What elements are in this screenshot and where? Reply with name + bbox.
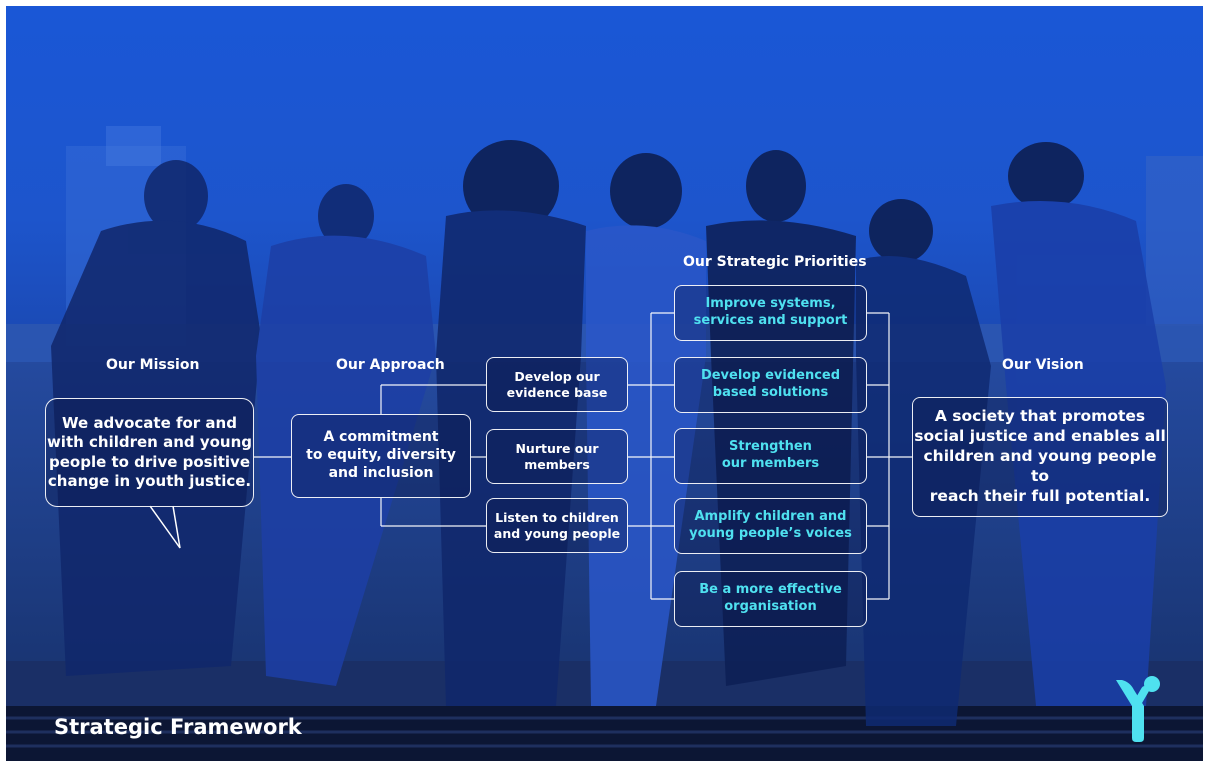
approach-box: A commitment to equity, diversity and in… <box>291 414 471 498</box>
priority-line: Amplify children and <box>694 509 847 525</box>
mission-line: people to drive positive <box>48 452 250 471</box>
priority-line: organisation <box>724 599 817 614</box>
priority-line: young people’s voices <box>689 526 852 541</box>
approach-item-evidence-base: Develop our evidence base <box>486 357 628 412</box>
priority-improve-systems: Improve systems, services and support <box>674 285 867 341</box>
footer-title: Strategic Framework <box>54 715 302 739</box>
approach-item-line: and young people <box>493 525 621 541</box>
vision-line: A society that promotes <box>934 407 1146 426</box>
mission-line: with children and young <box>46 433 253 452</box>
approach-line: to equity, diversity <box>306 447 456 464</box>
priority-line: services and support <box>693 313 848 328</box>
approach-line: A commitment <box>323 429 439 446</box>
vision-line: social justice and enables all <box>914 427 1166 446</box>
approach-item-line: members <box>524 456 590 472</box>
vision-line: children and young people to <box>923 447 1157 485</box>
vision-line: reach their full potential. <box>929 486 1151 505</box>
priority-line: Improve systems, <box>705 296 836 312</box>
priority-strengthen-members: Strengthen our members <box>674 428 867 484</box>
priority-line: our members <box>721 456 820 471</box>
approach-heading: Our Approach <box>336 357 445 373</box>
priorities-heading: Our Strategic Priorities <box>683 254 867 270</box>
priority-line: based solutions <box>712 385 829 400</box>
youth-justice-y-logo-icon <box>1116 676 1160 742</box>
approach-item-line: Develop our <box>514 368 600 384</box>
priority-evidenced-solutions: Develop evidenced based solutions <box>674 357 867 413</box>
approach-item-line: evidence base <box>506 384 608 400</box>
approach-item-listen: Listen to children and young people <box>486 498 628 553</box>
mission-line: change in youth justice. <box>47 471 252 490</box>
approach-item-nurture-members: Nurture our members <box>486 429 628 484</box>
priority-line: Be a more effective <box>699 582 842 598</box>
priority-line: Strengthen <box>729 439 812 455</box>
vision-statement-box: A society that promotes social justice a… <box>912 397 1168 517</box>
approach-item-line: Listen to children <box>495 509 619 525</box>
priority-effective-organisation: Be a more effective organisation <box>674 571 867 627</box>
priority-line: Develop evidenced <box>700 368 841 384</box>
priority-amplify-voices: Amplify children and young people’s voic… <box>674 498 867 554</box>
approach-line: and inclusion <box>328 464 434 481</box>
mission-heading: Our Mission <box>106 357 200 373</box>
approach-item-line: Nurture our <box>515 440 599 456</box>
vision-heading: Our Vision <box>1002 357 1084 373</box>
mission-statement-box: We advocate for and with children and yo… <box>45 398 254 507</box>
mission-line: We advocate for and <box>62 414 237 433</box>
